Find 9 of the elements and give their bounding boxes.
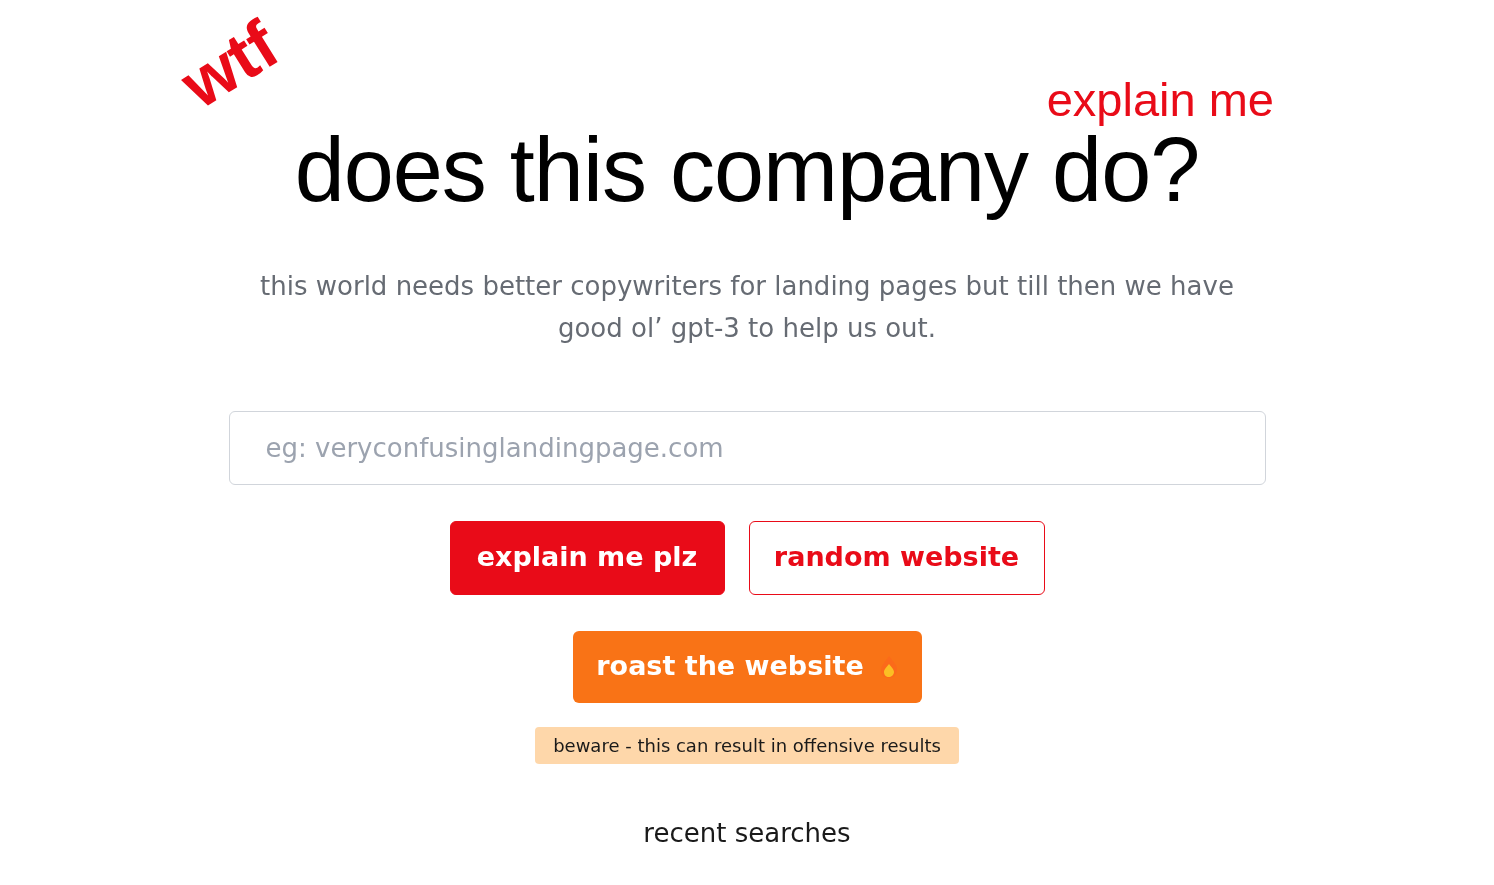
wtf-label: wtf bbox=[169, 9, 289, 119]
flame-icon bbox=[879, 655, 898, 678]
roast-button[interactable]: roast the website bbox=[572, 630, 922, 703]
warning-note: beware - this can result in offensive results bbox=[535, 726, 959, 764]
url-input-field[interactable]: eg: veryconfusinglandingpage.com bbox=[228, 410, 1266, 485]
subtitle: this world needs better copywriters for landing pages but till then we have good ol’ gpt-3 to help us out. bbox=[259, 269, 1235, 345]
explain-button[interactable]: explain me plz bbox=[449, 520, 725, 595]
recent-searches-heading: recent searches bbox=[643, 816, 851, 850]
random-website-button[interactable]: random website bbox=[748, 520, 1045, 595]
